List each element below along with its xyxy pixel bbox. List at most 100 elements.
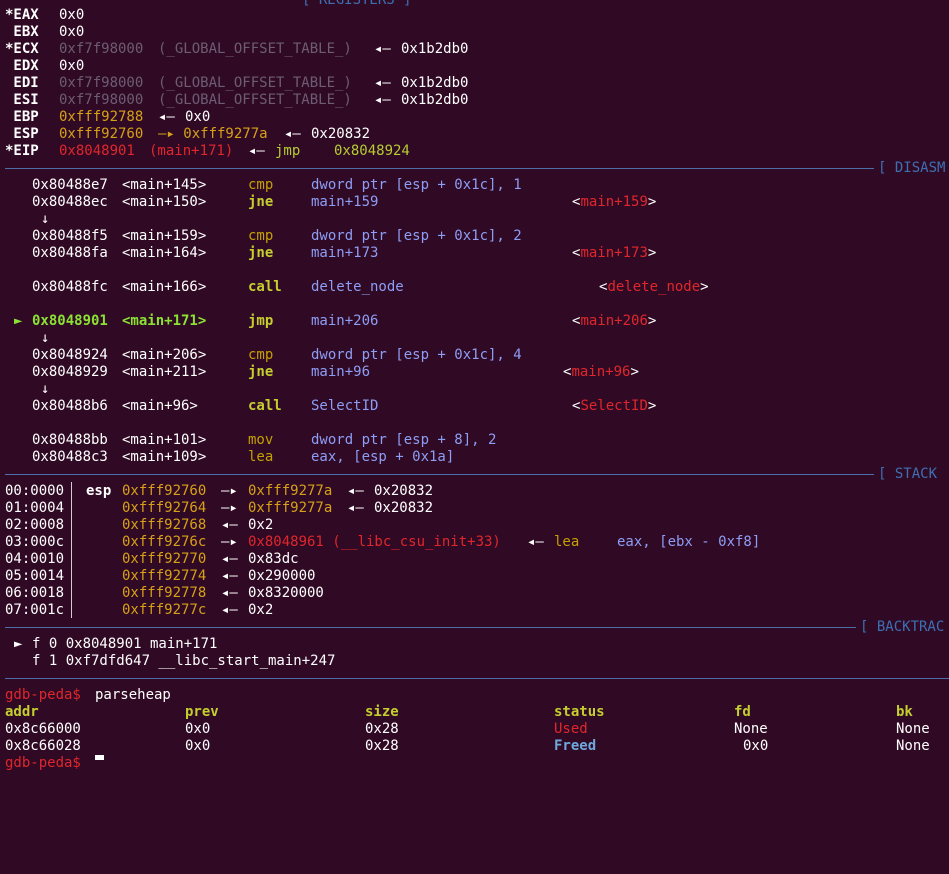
heap-row: 0x8c66000 0x0 0x28 Used None None — [0, 721, 930, 738]
backtrace-section-header: [ BACKTRAC — [860, 619, 945, 635]
instruction-operands: main+96 — [311, 364, 371, 380]
current-frame-marker-icon: ► — [14, 636, 23, 652]
instruction-symbol: <main+164> — [122, 245, 207, 261]
register-row-edx: EDX 0x0 — [0, 58, 84, 75]
instruction-operands: dword ptr [esp + 0x1c], 4 — [311, 347, 522, 363]
stack-address: 0xfff92760 — [122, 483, 207, 499]
disasm-row-current: ► 0x8048901 <main+171> jmp main+206 <mai… — [14, 313, 657, 329]
left-arrow-icon: ◂— — [374, 41, 391, 57]
register-value: 0x8048901 — [59, 143, 135, 159]
left-arrow-icon: ◂— — [221, 551, 238, 567]
stack-value: 0x20832 — [374, 500, 434, 516]
register-symbol: (main+171) — [149, 143, 234, 159]
register-value: 0x0 — [59, 58, 85, 74]
register-name: EBP — [5, 109, 39, 125]
prompt-label: gdb-peda$ — [5, 755, 81, 771]
register-value: 0x0 — [59, 7, 85, 23]
disasm-row: 0x80488e7 <main+145> cmp dword ptr [esp … — [0, 177, 522, 194]
register-value: 0xfff92788 — [59, 109, 144, 125]
heap-fd: None — [734, 721, 768, 737]
heap-header-prev: prev — [185, 704, 219, 720]
register-target: 0x1b2db0 — [401, 75, 469, 91]
jump-target-ref: main+96 — [571, 364, 631, 380]
heap-addr: 0x8c66000 — [5, 721, 81, 737]
instruction-opcode: lea — [248, 449, 274, 465]
register-target: jmp 0x8048924 — [275, 143, 410, 159]
stack-row: 05:0014 0xfff92774 ◂— 0x290000 — [0, 568, 315, 585]
register-value: 0xf7f98000 — [59, 41, 144, 57]
heap-row: 0x8c66028 0x0 0x28 Freed 0x0 None — [0, 738, 930, 755]
heap-header-status: status — [554, 704, 605, 720]
left-arrow-icon: ◂— — [221, 585, 238, 601]
call-target-ref: delete_node — [607, 279, 701, 295]
terminal-cursor — [95, 755, 104, 760]
instruction-symbol: <main+96> — [122, 398, 198, 414]
instruction-operands: main+159 — [311, 194, 379, 210]
disasm-row: 0x80488ec <main+150> jne main+159 <main+… — [32, 194, 657, 210]
heap-addr: 0x8c66028 — [5, 738, 81, 754]
register-value: 0xf7f98000 — [59, 92, 144, 108]
register-value: 0x0 — [59, 24, 85, 40]
instruction-address: 0x8048901 — [32, 313, 108, 329]
jump-target-ref: main+206 — [580, 313, 648, 329]
instruction-symbol: <main+159> — [122, 228, 207, 244]
instruction-opcode: cmp — [248, 228, 274, 244]
instruction-symbol: <main+166> — [122, 279, 207, 295]
register-row-edi: EDI 0xf7f98000 (_GLOBAL_OFFSET_TABLE_) ◂… — [0, 75, 468, 92]
register-target: 0x1b2db0 — [401, 41, 469, 57]
register-name: *ECX — [5, 41, 39, 57]
command-line[interactable]: gdb-peda$ parseheap — [0, 687, 171, 704]
heap-size: 0x28 — [365, 738, 399, 754]
stack-pointer: 0x8048961 (__libc_csu_init+33) — [248, 534, 501, 550]
register-row-ebx: EBX 0x0 — [0, 24, 84, 41]
instruction-address: 0x8048929 — [32, 364, 108, 380]
stack-address: 0xfff9276c — [122, 534, 207, 550]
stack-instruction-operands: eax, [ebx - 0xf8] — [617, 534, 761, 550]
instruction-operands: dword ptr [esp + 8], 2 — [311, 432, 497, 448]
next-prompt-line[interactable]: gdb-peda$ — [0, 755, 81, 772]
instruction-address: 0x80488fc — [32, 279, 108, 295]
disasm-section-header: [ DISASM — [878, 160, 946, 176]
instruction-symbol: <main+206> — [122, 347, 207, 363]
stack-row: 07:001c 0xfff9277c ◂— 0x2 — [0, 602, 273, 619]
backtrace-frame: f 1 0xf7dfd647 __libc_start_main+247 — [0, 653, 335, 670]
register-value: 0xfff92760 — [59, 126, 144, 142]
stack-separator — [5, 474, 874, 475]
register-row-eip: *EIP 0x8048901 (main+171) ◂— jmp 0x80489… — [0, 143, 410, 160]
instruction-opcode: mov — [248, 432, 274, 448]
instruction-opcode: jne — [248, 194, 274, 210]
register-pointer-chain: —▸ 0xfff9277a — [158, 126, 268, 142]
instruction-operands: eax, [esp + 0x1a] — [311, 449, 455, 465]
register-name: ESI — [5, 92, 39, 108]
register-name: ESP — [5, 126, 39, 142]
register-target: 0x0 — [185, 109, 211, 125]
instruction-address: 0x80488bb — [32, 432, 108, 448]
stack-address: 0xfff92764 — [122, 500, 207, 516]
stack-row: 03:000c 0xfff9276c —▸ 0x8048961 (__libc_… — [0, 534, 760, 551]
instruction-opcode: cmp — [248, 347, 274, 363]
stack-offset: 04:0010 — [5, 551, 65, 567]
register-value: 0xf7f98000 — [59, 75, 144, 91]
frame-text: f 0 0x8048901 main+171 — [32, 636, 218, 652]
jump-target-ref: main+159 — [580, 194, 648, 210]
stack-address: 0xfff92770 — [122, 551, 207, 567]
instruction-symbol: <main+150> — [122, 194, 207, 210]
stack-address: 0xfff92778 — [122, 585, 207, 601]
stack-value: 0x8320000 — [248, 585, 324, 601]
current-instruction-marker-icon: ► — [14, 313, 23, 329]
instruction-address: 0x8048924 — [32, 347, 108, 363]
stack-offset: 05:0014 — [5, 568, 65, 584]
instruction-address: 0x80488f5 — [32, 228, 108, 244]
down-arrow-icon: ↓ — [41, 211, 50, 227]
stack-value: 0x290000 — [248, 568, 316, 584]
left-arrow-icon: ◂— — [527, 534, 544, 550]
instruction-address: 0x80488fa — [32, 245, 108, 261]
register-row-ecx: *ECX 0xf7f98000 (_GLOBAL_OFFSET_TABLE_) … — [0, 41, 468, 58]
stack-section-header: [ STACK — [878, 466, 938, 482]
prompt-label: gdb-peda$ — [5, 687, 81, 703]
stack-value: 0x20832 — [374, 483, 434, 499]
register-name: *EAX — [5, 7, 39, 23]
stack-row: 00:0000 esp 0xfff92760 —▸ 0xfff9277a ◂— … — [0, 483, 433, 500]
stack-value: 0x83dc — [248, 551, 299, 567]
left-arrow-icon: ◂— — [347, 500, 364, 516]
